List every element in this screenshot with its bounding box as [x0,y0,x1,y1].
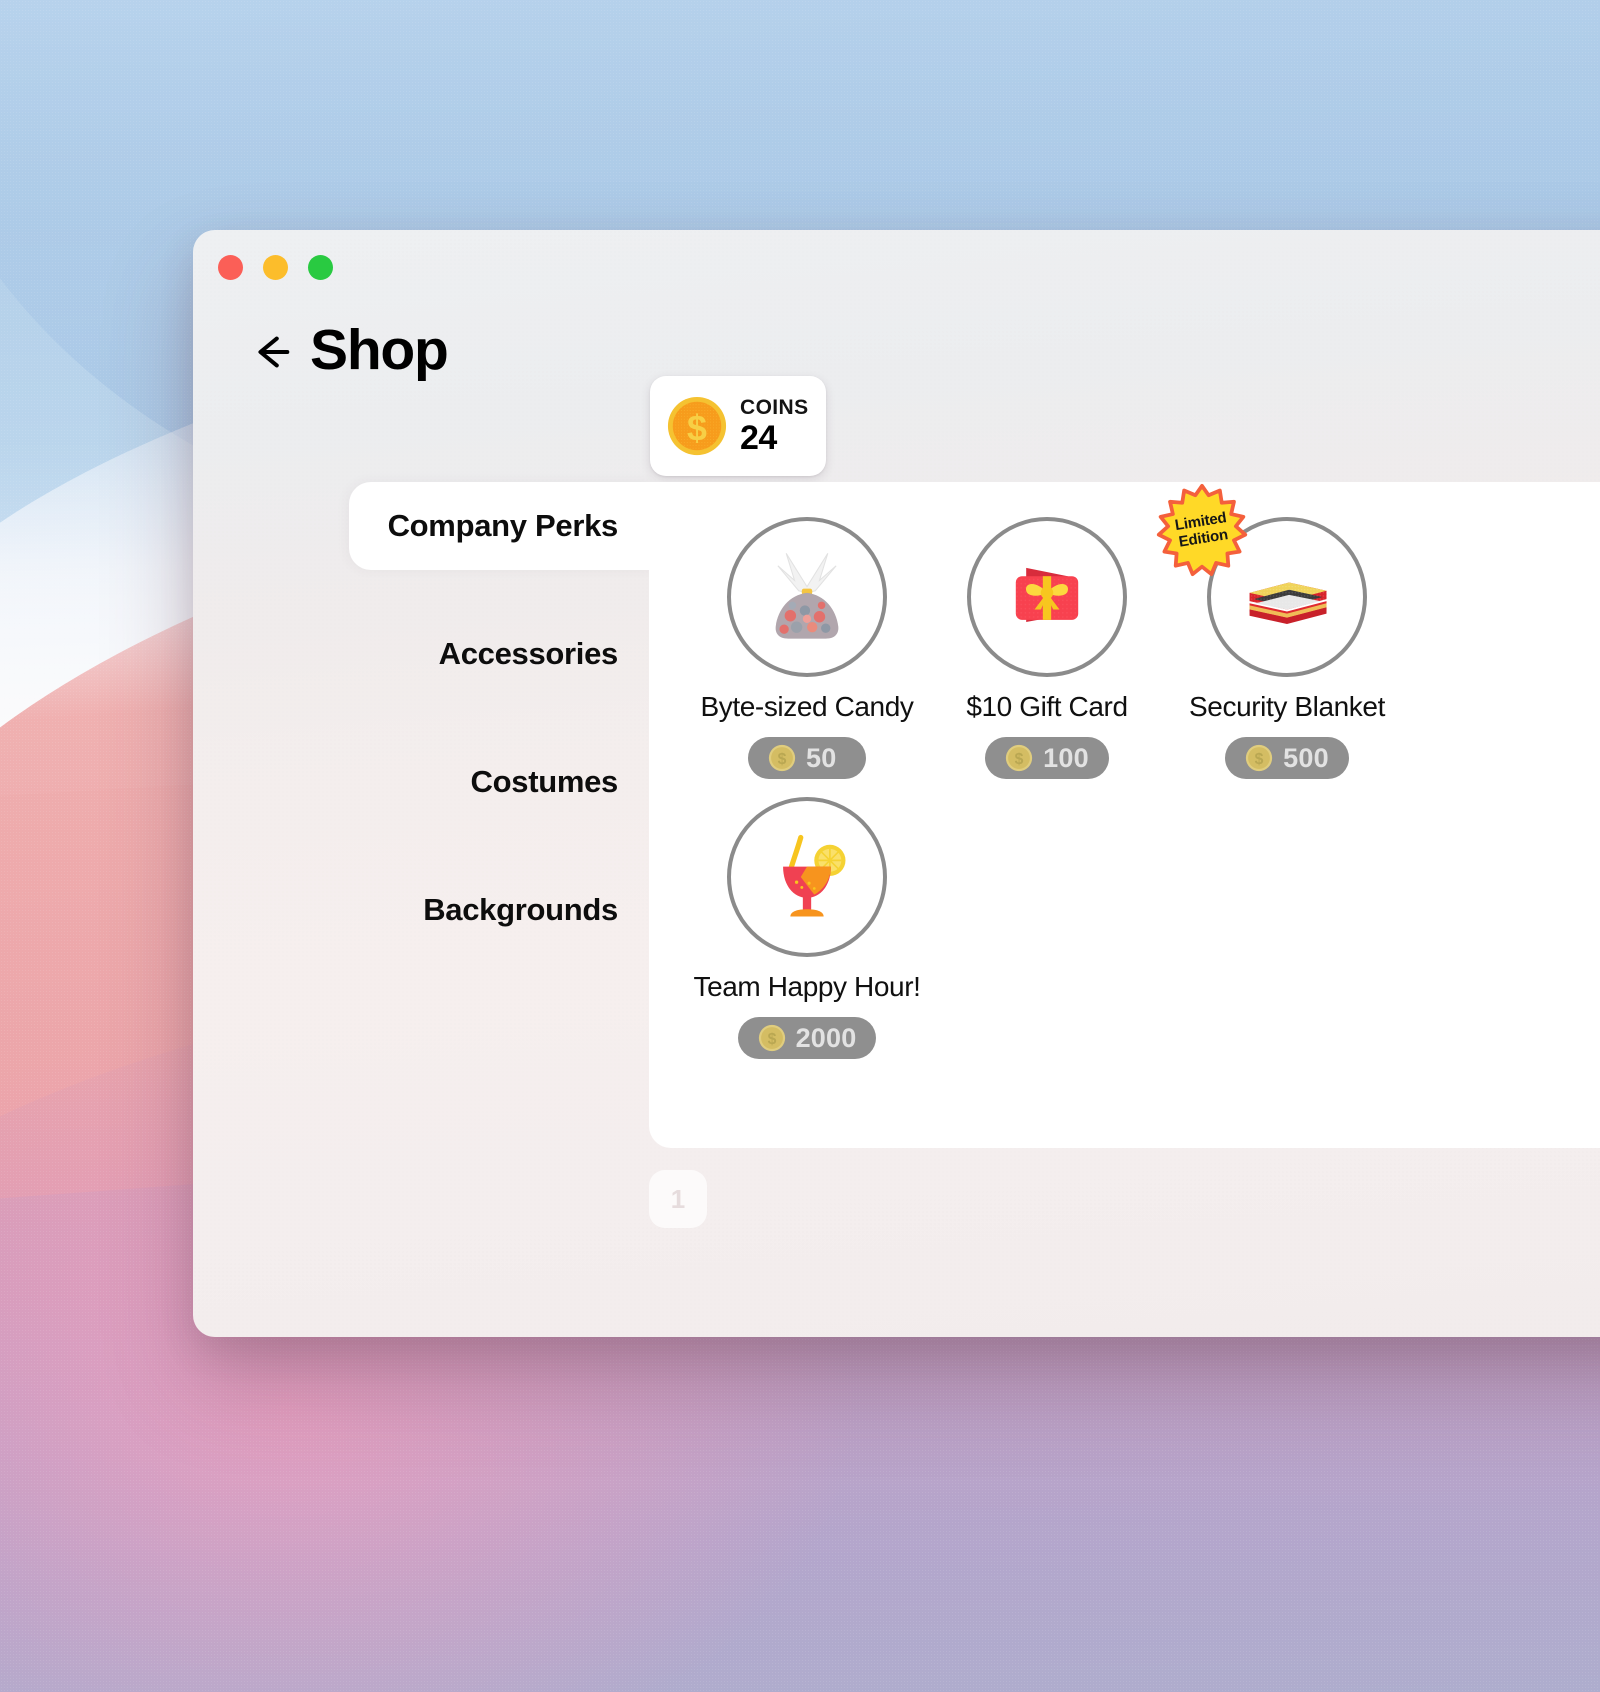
minimize-window-button[interactable] [263,255,288,280]
coins-text-group: COINS 24 [740,396,809,456]
shop-item-card[interactable]: Limited Edition Security Blanket $ 500 [1156,483,1407,779]
item-name: Byte-sized Candy [700,691,914,722]
item-thumbnail [727,797,887,957]
window-controls [218,255,333,280]
cocktail-glass-icon [783,834,846,917]
item-name: Security Blanket [1189,691,1385,722]
item-price: 2000 [795,1022,857,1053]
candy-bag-icon [775,553,839,639]
coin-icon: $ [758,1024,785,1052]
shop-item-card[interactable]: Byte-sized Candy $ 50 [687,517,927,779]
sidebar-item-accessories[interactable]: Accessories [193,610,653,698]
item-thumbnail-wrapper [967,517,1127,677]
item-thumbnail-wrapper [727,797,887,957]
svg-text:$: $ [687,409,707,449]
shop-item-card[interactable]: Team Happy Hour! $ 2000 [687,797,927,1059]
coin-icon: $ [768,744,796,772]
sidebar-item-backgrounds[interactable]: Backgrounds [193,866,653,954]
shop-items-grid: Byte-sized Candy $ 50 $10 Gift Card $ 10… [687,483,1600,1059]
app-header: Shop $ COINS 24 [193,308,1600,476]
sidebar-item-label: Costumes [470,764,619,799]
item-name: $10 Gift Card [966,691,1128,722]
sidebar-item-costumes[interactable]: Costumes [193,738,653,826]
gift-card-icon [1015,567,1079,622]
maximize-window-button[interactable] [308,255,333,280]
coins-badge[interactable]: $ COINS 24 [650,376,826,476]
item-name: Team Happy Hour! [693,971,921,1002]
item-thumbnail [727,517,887,677]
item-price-pill[interactable]: $ 50 [748,737,866,779]
coin-icon: $ [1246,744,1273,772]
page-title: Shop [310,318,449,382]
pagination-page-1[interactable]: 1 [649,1170,707,1228]
pagination: 1 [649,1170,707,1228]
svg-text:$: $ [1255,751,1264,768]
svg-text:$: $ [767,1031,776,1048]
category-sidebar: Company Perks Accessories Costumes Backg… [193,482,693,994]
sidebar-item-label: Accessories [438,636,619,671]
svg-text:$: $ [778,751,787,768]
item-price-pill[interactable]: $ 100 [985,737,1109,779]
shop-items-panel: Byte-sized Candy $ 50 $10 Gift Card $ 10… [649,482,1600,1148]
sidebar-item-label: Backgrounds [423,892,618,927]
coins-value: 24 [740,419,777,457]
item-thumbnail-wrapper [727,517,887,677]
shop-item-card[interactable]: $10 Gift Card $ 100 [927,517,1167,779]
sidebar-item-company-perks[interactable]: Company Perks [349,482,693,570]
item-price-pill[interactable]: $ 2000 [737,1017,877,1059]
close-window-button[interactable] [218,255,243,280]
sidebar-item-label: Company Perks [387,508,619,543]
gold-coin-icon: $ [667,396,727,456]
back-button[interactable] [245,326,297,378]
item-price: 500 [1283,742,1329,773]
arrow-left-icon [258,336,290,368]
item-price: 50 [806,742,837,773]
coins-label: COINS [740,396,809,419]
item-price: 100 [1043,742,1089,773]
limited-edition-text: Limited Edition [1148,476,1256,584]
app-window: Shop $ COINS 24 Company Perks Accessorie… [193,230,1600,1337]
limited-edition-badge: Limited Edition [1155,483,1249,577]
coin-icon: $ [1006,744,1033,772]
item-thumbnail [967,517,1127,677]
item-thumbnail-wrapper: Limited Edition [1156,483,1367,677]
svg-text:$: $ [1015,751,1024,768]
item-price-pill[interactable]: $ 500 [1225,737,1349,779]
